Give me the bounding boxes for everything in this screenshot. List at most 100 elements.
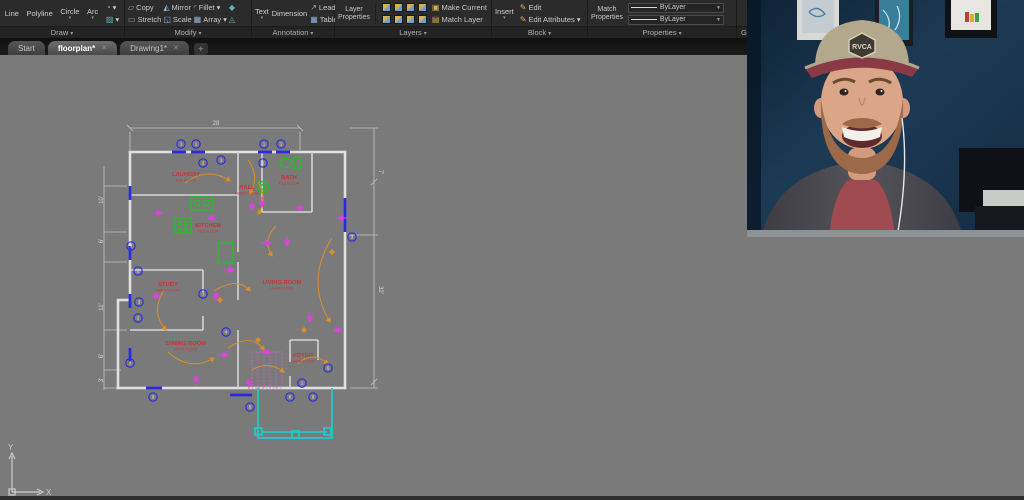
room-label: DINING ROOM	[166, 341, 206, 347]
dropdown-arrow-icon: ▾	[113, 3, 117, 13]
panel-expand-icon: ▾	[310, 31, 313, 37]
tab-close-icon[interactable]: ✕	[101, 44, 107, 52]
wiring-arc	[168, 352, 214, 364]
room-label: STUDY	[158, 282, 178, 288]
edit-attributes-button[interactable]: ✎Edit Attributes▾	[520, 15, 581, 25]
copy-button[interactable]: ▱Copy	[128, 3, 161, 13]
linetype-dropdown[interactable]: ByLayer▼	[628, 3, 724, 13]
tag-number: 1	[195, 142, 198, 147]
room-sub-label: TILE FLOOR	[176, 179, 197, 183]
tag-number: 3	[138, 300, 141, 305]
wiring-arc	[252, 365, 284, 372]
dimension-button[interactable]: Dimension	[272, 9, 307, 18]
layer-properties-button[interactable]: Layer Properties	[338, 6, 370, 22]
linetype-sample-icon	[631, 7, 657, 8]
erase-icon: ◆	[229, 3, 235, 13]
tag-number: 3	[130, 244, 133, 249]
wiring-arc	[248, 160, 255, 194]
make-current-button[interactable]: ▣Make Current	[432, 3, 487, 13]
file-tab-label: Start	[18, 44, 35, 53]
layer-tool-icon[interactable]	[418, 3, 427, 12]
switch-arrow	[261, 240, 271, 245]
switch-arrow	[150, 293, 160, 298]
text-button[interactable]: Text▾	[255, 7, 269, 20]
dimension-text: 32'	[377, 286, 383, 294]
file-tab-floorplan[interactable]: floorplan*✕	[48, 41, 117, 55]
stretch-button[interactable]: ▭Stretch	[128, 15, 161, 25]
room-label: HALL	[239, 185, 255, 191]
dropdown-arrow-icon: ▾	[261, 16, 264, 20]
panel-title-properties[interactable]: Properties▾	[588, 26, 736, 38]
insert-button[interactable]: Insert▾	[495, 7, 514, 20]
wall-lines	[118, 152, 345, 388]
layer-tool-icon[interactable]	[406, 15, 415, 24]
file-tab-label: Drawing1*	[130, 44, 167, 53]
line-button[interactable]: Line	[5, 9, 19, 18]
layer-tool-icon[interactable]	[418, 15, 427, 24]
panel-title-modify[interactable]: Modify▾	[125, 26, 251, 38]
cap-logo-text: RVCA	[852, 44, 872, 51]
tag-circle	[199, 290, 207, 298]
wiring-arc	[298, 357, 328, 364]
tag-number: 1	[301, 381, 304, 386]
file-tab-start[interactable]: Start	[8, 41, 45, 55]
bath-sink	[258, 182, 269, 193]
hatch-button[interactable]: ▨▾	[106, 15, 119, 25]
panel-title-annotation[interactable]: Annotation▾	[252, 26, 334, 38]
room-sub-label: TILE FLOOR	[279, 182, 300, 186]
tab-close-icon[interactable]: ✕	[173, 44, 179, 52]
dropdown-arrow-icon: ▼	[716, 5, 721, 11]
layer-tool-icon[interactable]	[394, 15, 403, 24]
dropdown-arrow-icon: ▼	[716, 17, 721, 23]
file-tab-drawing1[interactable]: Drawing1* ✕	[120, 41, 189, 55]
lineweight-dropdown[interactable]: ByLayer▼	[628, 15, 724, 25]
switch-arrow	[218, 352, 228, 357]
dimension-text: 11'	[99, 303, 105, 310]
panel-expand-icon: ▾	[679, 31, 682, 37]
array-button[interactable]: ▦Array▾	[194, 15, 227, 25]
scale-button[interactable]: ◱Scale	[163, 15, 191, 25]
ellipse-button[interactable]: ◔▾	[106, 3, 119, 13]
polyline-button[interactable]: Polyline	[27, 9, 53, 18]
block-edit-button[interactable]: ✎Edit	[520, 3, 581, 13]
layer-tool-icon[interactable]	[382, 15, 391, 24]
fillet-button[interactable]: ◜Fillet▾	[194, 3, 227, 13]
dimension-text: 10'	[99, 196, 105, 204]
tag-number: 2	[202, 161, 205, 166]
layer-tool-icon[interactable]	[382, 3, 391, 12]
room-sub-label: HARD FLOOR	[291, 360, 315, 364]
layer-tool-icon[interactable]	[394, 3, 403, 12]
switch-arrow	[307, 312, 312, 322]
mirror-button[interactable]: ◭Mirror	[163, 3, 191, 13]
dimension-text: 28	[213, 121, 220, 127]
panel-title-draw[interactable]: Draw▾	[0, 26, 124, 38]
dropdown-arrow-icon: ▾	[223, 15, 227, 25]
tag-circle	[260, 140, 268, 148]
dropdown-arrow-icon: ▾	[115, 15, 119, 25]
new-tab-button[interactable]: +	[194, 43, 208, 55]
layer-tool-icon[interactable]	[406, 3, 415, 12]
tag-circle	[277, 140, 285, 148]
mirror-icon: ◭	[163, 3, 169, 13]
panel-title-block[interactable]: Block▾	[492, 26, 587, 38]
panel-block: Insert▾ ✎Edit ✎Edit Attributes▾ Block▾	[492, 0, 588, 38]
tag-number: 3	[202, 292, 205, 297]
trim-button[interactable]: ◬	[229, 15, 235, 25]
tag-number: 3	[129, 361, 132, 366]
match-layer-button[interactable]: ▤Match Layer	[432, 15, 487, 25]
fixtures	[175, 157, 300, 263]
panel-title-layers[interactable]: Layers▾	[335, 26, 491, 38]
tag-circle	[126, 359, 134, 367]
tag-circle	[246, 403, 254, 411]
dropdown-arrow-icon: ▾	[503, 16, 506, 20]
match-properties-button[interactable]: Match Properties	[591, 6, 623, 22]
dropdown-arrow-icon: ▾	[217, 3, 221, 13]
room-sub-label: HARD FLOOR	[270, 287, 294, 291]
arc-button[interactable]: Arc▾	[87, 7, 98, 20]
panel-expand-icon: ▾	[548, 31, 551, 37]
circle-button[interactable]: Circle▾	[60, 7, 79, 20]
panel-expand-icon: ▾	[199, 31, 202, 37]
erase-button[interactable]: ◆	[229, 3, 235, 13]
room-label: FOYER	[293, 353, 314, 359]
fillet-icon: ◜	[194, 3, 197, 13]
